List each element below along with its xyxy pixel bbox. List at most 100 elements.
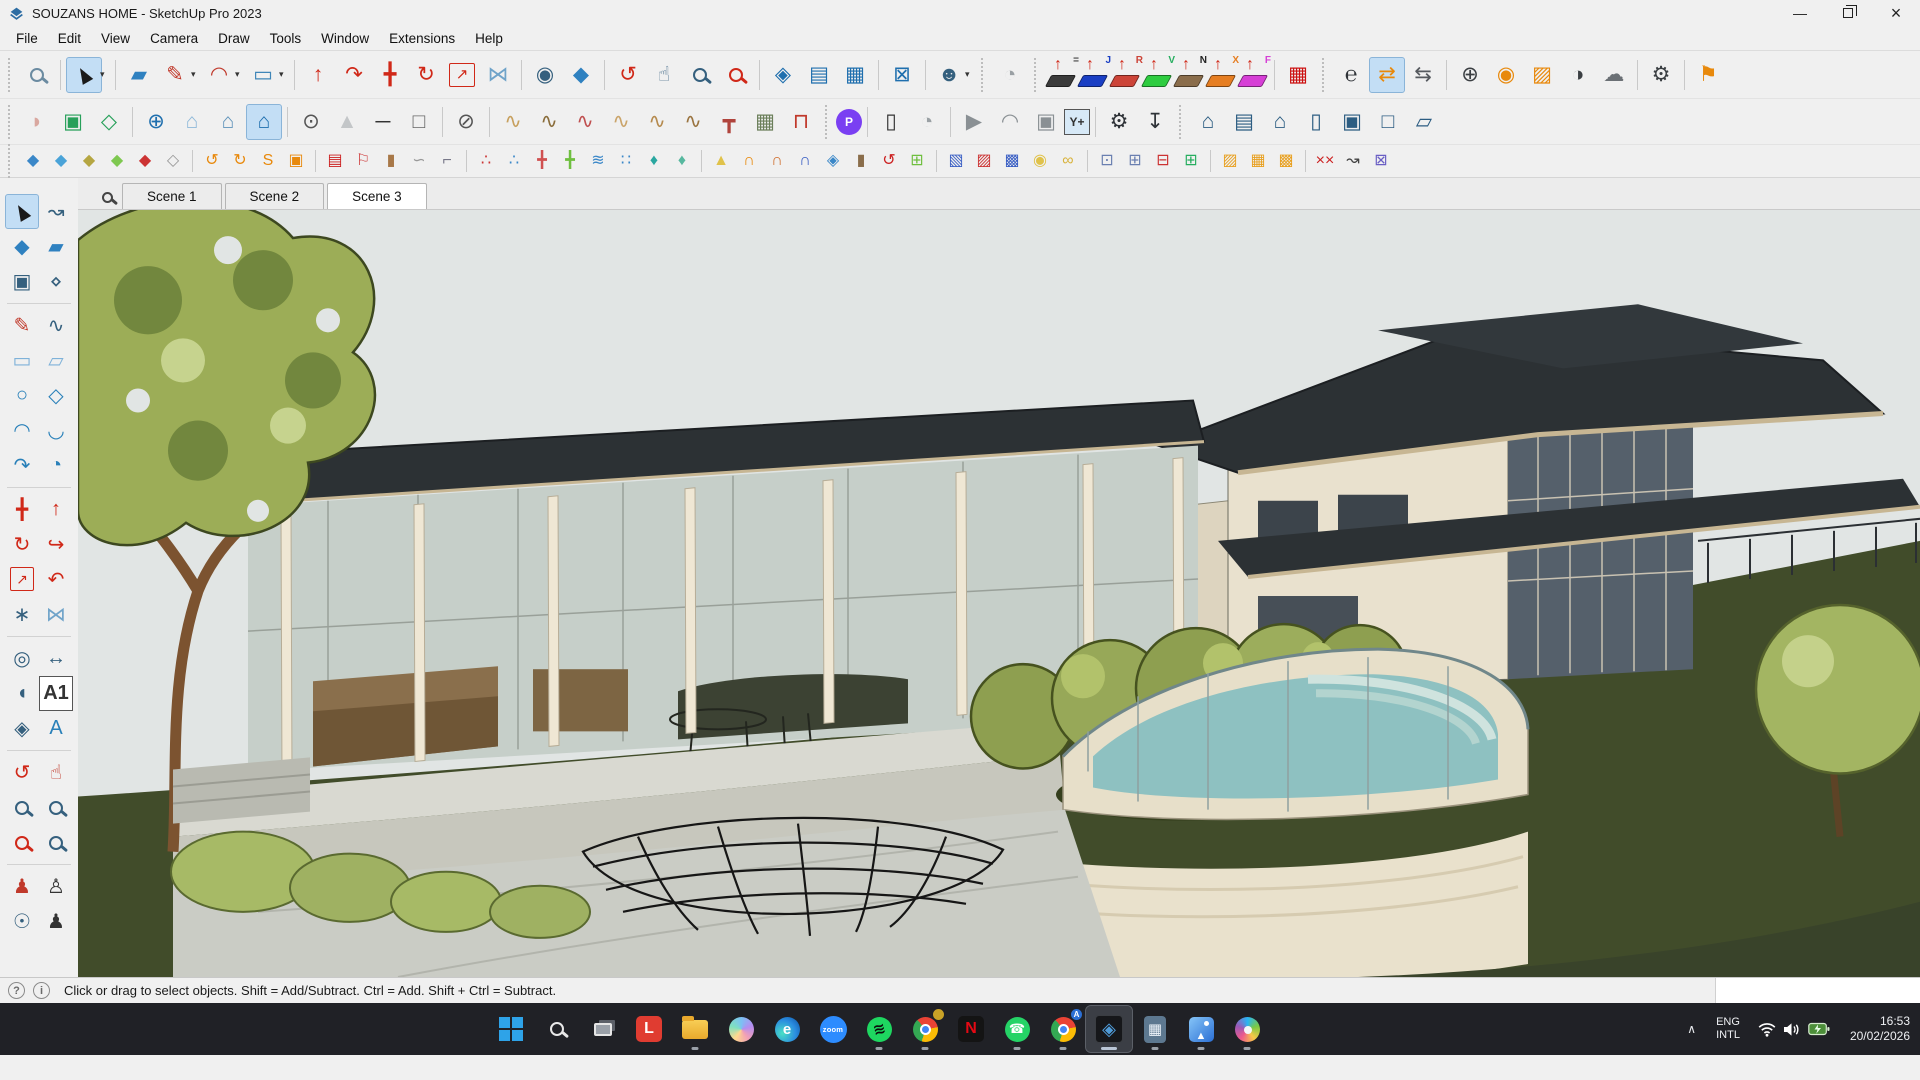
line-tool[interactable]: ✎	[5, 308, 39, 343]
orbit-tool[interactable]: ↺	[610, 57, 646, 93]
fredoscale-icon-3[interactable]: ∿	[675, 104, 711, 140]
walk-tool[interactable]: ♙	[39, 869, 73, 904]
style-wireframe-icon[interactable]: ─	[365, 104, 401, 140]
flag-icon[interactable]: ⚐	[349, 148, 377, 174]
utilities-axes-icon[interactable]: ⊕	[138, 104, 174, 140]
offset-tool[interactable]: ↶	[39, 562, 73, 597]
enscape-logo-icon[interactable]: ℮	[1333, 57, 1369, 93]
si-diamond-green-icon[interactable]: ◆	[103, 148, 131, 174]
position-camera-tool[interactable]: ♟	[5, 869, 39, 904]
horseshoe-striped-icon[interactable]: ∩	[791, 148, 819, 174]
viewport-3d-scene[interactable]	[78, 210, 1920, 977]
view-right-icon[interactable]: ▯	[1298, 104, 1334, 140]
mirror-tool[interactable]: ⋈	[480, 57, 516, 93]
line-tool-dropdown-caret[interactable]: ▾	[191, 69, 201, 80]
restore-button[interactable]	[1824, 0, 1872, 26]
whatsapp-app[interactable]: ☎	[994, 1006, 1040, 1052]
layer-up-equal-icon[interactable]: ↑=	[1045, 60, 1077, 90]
droplet-lines-icon[interactable]: ♦	[668, 148, 696, 174]
orbit-tool[interactable]: ↺	[5, 755, 39, 790]
rotate-tool[interactable]: ↻	[5, 527, 39, 562]
sandbox-skin-icon[interactable]: ◗	[19, 104, 55, 140]
enscape-view-icon[interactable]: ◉	[1488, 57, 1524, 93]
photos-app[interactable]: ▲	[1178, 1006, 1224, 1052]
menu-extensions[interactable]: Extensions	[379, 29, 465, 48]
chrome-app[interactable]	[902, 1006, 948, 1052]
spotify-app[interactable]: ≋	[856, 1006, 902, 1052]
scene-tab-3[interactable]: Scene 3	[327, 183, 427, 209]
red-path-dots-icon[interactable]: ∴	[472, 148, 500, 174]
fredoscale-icon-1[interactable]: ∿	[603, 104, 639, 140]
section-plane-tool[interactable]: ◈	[765, 57, 801, 93]
spline-handles-icon[interactable]: ↝	[1339, 148, 1367, 174]
section-house-icon-1[interactable]: ⌂	[174, 104, 210, 140]
gear-purple-icon[interactable]: ⚙	[1101, 104, 1137, 140]
scene-tab-1[interactable]: Scene 1	[122, 183, 222, 209]
si-diamond-olive-icon[interactable]: ◆	[75, 148, 103, 174]
fredoscale-icon-2[interactable]: ∿	[639, 104, 675, 140]
rectangle-tool[interactable]: ▭	[5, 343, 39, 378]
view-left-icon[interactable]: □	[1370, 104, 1406, 140]
chrome-app-2[interactable]: A	[1040, 1006, 1086, 1052]
display-section-fill-icon[interactable]: ⊠	[884, 57, 920, 93]
arc-tool-dropdown-caret[interactable]: ▾	[235, 69, 245, 80]
tray-clock[interactable]: 16:53 20/02/2026	[1840, 1014, 1910, 1044]
boxes-x-icon[interactable]: ⊠	[1367, 148, 1395, 174]
search-button[interactable]	[534, 1006, 580, 1052]
paintbucket-tool[interactable]: ◆	[563, 57, 599, 93]
si-paint-diamond-icon[interactable]: ◆	[19, 148, 47, 174]
pushpull-tool[interactable]: ↑	[39, 492, 73, 527]
axes-compass-tool[interactable]: ◈	[5, 711, 39, 746]
eraser-tool[interactable]: ▰	[39, 229, 73, 264]
blue-path-dots-icon[interactable]: ∴	[500, 148, 528, 174]
polygon-tool[interactable]: ◇	[39, 378, 73, 413]
si-diamond-white-icon[interactable]: ◇	[159, 148, 187, 174]
copilot-app[interactable]	[718, 1006, 764, 1052]
rotate-tool[interactable]: ↻	[408, 57, 444, 93]
close-button[interactable]: ×	[1872, 0, 1920, 26]
calculator-app[interactable]: ▦	[1132, 1006, 1178, 1052]
followme-tool[interactable]: ↷	[336, 57, 372, 93]
move-tool[interactable]: ╋	[372, 57, 408, 93]
view-iso-icon[interactable]: ⌂	[1190, 104, 1226, 140]
curic-s-icon[interactable]: S	[254, 148, 282, 174]
line-tool[interactable]: ✎	[157, 57, 193, 93]
mesh-grid-icon[interactable]: ▦	[747, 104, 783, 140]
soften-edges-icon-1[interactable]: ∿	[495, 104, 531, 140]
paintbucket-tool[interactable]: ◆	[5, 229, 39, 264]
eraser-tool[interactable]: ▰	[121, 57, 157, 93]
bucket-icon[interactable]: ▮	[847, 148, 875, 174]
hatch-square-icon-1[interactable]: ▨	[1216, 148, 1244, 174]
camera-photo-icon[interactable]: ▣	[1028, 104, 1064, 140]
edge-app[interactable]: e	[764, 1006, 810, 1052]
sandbox-drape-icon[interactable]: ◇	[91, 104, 127, 140]
menu-view[interactable]: View	[91, 29, 140, 48]
transmutr-cube-icon[interactable]: ▯	[873, 104, 909, 140]
tag-tool[interactable]: ⋄	[39, 264, 73, 299]
search-scenes-icon[interactable]	[92, 192, 122, 203]
x-marks-icon[interactable]: ××	[1311, 148, 1339, 174]
followme-tool[interactable]: ↪	[39, 527, 73, 562]
layer-up-r-icon[interactable]: ↑R	[1109, 60, 1141, 90]
rectangle-tool[interactable]: ▭	[245, 57, 281, 93]
language-indicator[interactable]: ENG INTL	[1708, 1016, 1748, 1041]
pushpull-tool[interactable]: ↑	[300, 57, 336, 93]
vertex-cube-icon[interactable]: ⊡	[1093, 148, 1121, 174]
arc-gauge-icon[interactable]: ◔	[992, 57, 1028, 93]
cone-icon[interactable]: ▲	[707, 148, 735, 174]
cube-edit-icon-1[interactable]: ▧	[942, 148, 970, 174]
paint-app[interactable]	[1224, 1006, 1270, 1052]
style-xray-icon[interactable]: ⊙	[293, 104, 329, 140]
minimize-button[interactable]: —	[1776, 0, 1824, 26]
zoom-window-tool[interactable]	[39, 790, 73, 825]
layer-up-f-icon[interactable]: ↑F	[1237, 60, 1269, 90]
layer-up-n-icon[interactable]: ↑N	[1173, 60, 1205, 90]
netflix-app[interactable]: N	[948, 1006, 994, 1052]
rotated-rectangle-tool[interactable]: ▱	[39, 343, 73, 378]
layout-table-icon[interactable]: ▦	[1280, 57, 1316, 93]
select-tool[interactable]	[5, 194, 39, 229]
yulio-tool-icon[interactable]: Y+	[1064, 109, 1090, 135]
layer-up-x-icon[interactable]: ↑X	[1205, 60, 1237, 90]
gray-swoosh-icon[interactable]: ∽	[405, 148, 433, 174]
pie-tool[interactable]: ◔	[39, 448, 73, 483]
